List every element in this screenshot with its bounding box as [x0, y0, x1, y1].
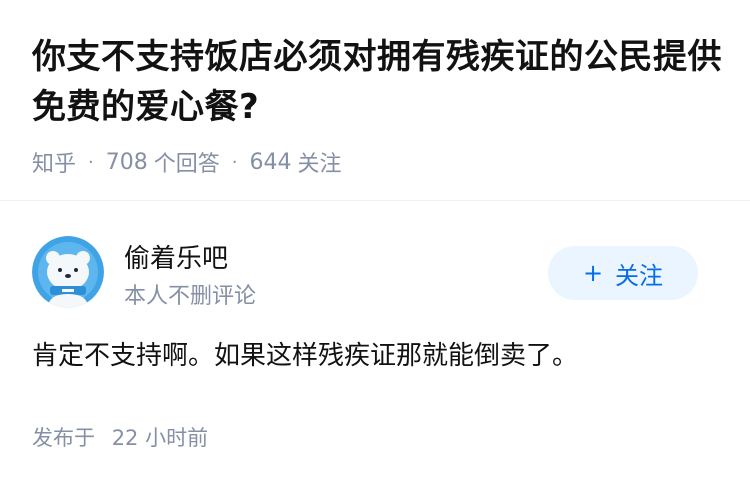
separator-dot: ·: [88, 151, 94, 173]
answers-count: 708: [105, 149, 148, 175]
source-label[interactable]: 知乎: [32, 146, 76, 178]
follow-label: 关注: [615, 261, 664, 290]
question-header: 你支不支持饭店必须对拥有残疾证的公民提供免费的爱心餐? 知乎 · 708 个回答…: [32, 32, 722, 178]
divider: [0, 200, 750, 201]
separator-dot: ·: [231, 151, 238, 173]
published-label: 发布于: [32, 426, 95, 450]
follow-button[interactable]: + 关注: [548, 246, 698, 300]
author-description: 本人不删评论: [124, 284, 257, 309]
avatar[interactable]: [32, 236, 104, 308]
question-meta: 知乎 · 708 个回答 · 644 关注: [32, 146, 722, 178]
bear-avatar-icon: [32, 236, 104, 308]
answers-label: 个回答: [153, 152, 220, 177]
author-name[interactable]: 偷着乐吧: [124, 238, 228, 275]
followers-label: 关注: [297, 152, 342, 177]
answer-content[interactable]: 肯定不支持啊。如果这样残疾证那就能倒卖了。: [32, 336, 722, 376]
published-time: 22 小时前: [111, 426, 209, 450]
author-row: 偷着乐吧 本人不删评论 + 关注: [32, 236, 722, 310]
publish-info: 发布于 22 小时前: [32, 422, 208, 452]
plus-icon: +: [582, 259, 604, 287]
followers-count: 644: [249, 149, 292, 175]
question-title[interactable]: 你支不支持饭店必须对拥有残疾证的公民提供免费的爱心餐?: [32, 32, 722, 132]
